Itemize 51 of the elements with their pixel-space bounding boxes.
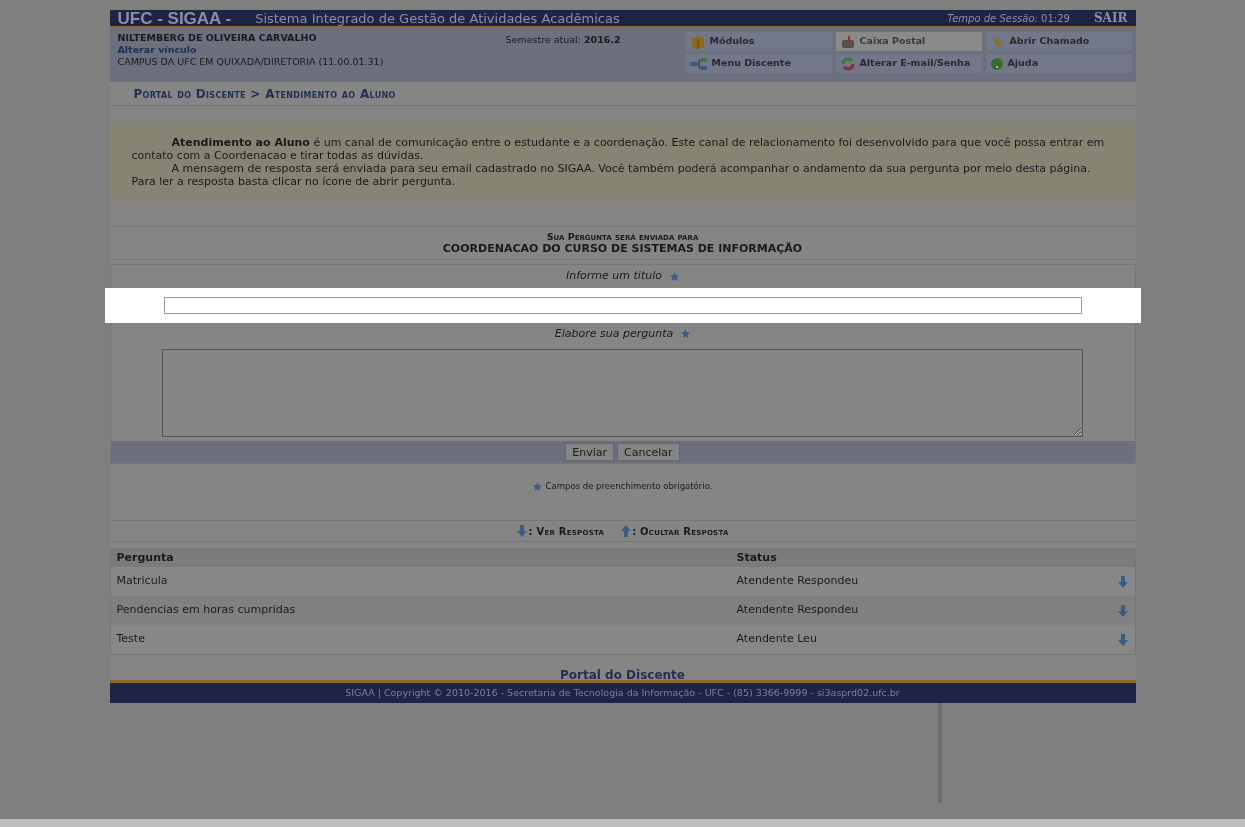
breadcrumb: Portal do Discente > Atendimento ao Aluno (133, 85, 396, 103)
field-label: Informe um titulo (566, 265, 679, 288)
system-title: Sistema Integrado de Gestão de Atividades Acadêmicas (255, 11, 621, 25)
menu-item[interactable]: Ajuda (985, 54, 1132, 73)
menu-item[interactable]: Abrir Chamado (985, 32, 1132, 51)
table-cell-text: Teste (116, 631, 146, 648)
table-cell-text: Pendencias em horas cumpridas (116, 602, 297, 619)
horizontal-scrollbar[interactable] (0, 819, 1245, 827)
column-header: Status (736, 549, 777, 566)
legend-text: : Ver Resposta (528, 524, 605, 539)
required-star-icon (532, 481, 542, 491)
required-note: Campos de preenchimento obrigatório. (545, 479, 713, 493)
info-paragraph: A mensagem de resposta será enviada para seu email cadastrado no SIGAA. Você também poderá acompanhar o andamento da sua pergunta por meio desta página. Para ler a resposta basta clicar no ícone de abrir pergunta. (131, 162, 1092, 188)
menu-item[interactable]: Menu Discente (685, 54, 832, 73)
portal-link[interactable]: Portal do Discente (560, 665, 685, 684)
down-arrow-icon[interactable] (1116, 603, 1129, 618)
down-arrow-icon[interactable] (1116, 574, 1129, 589)
down-arrow-icon[interactable] (516, 524, 529, 538)
session-timer: Tempo de Sessão: 01:29 (947, 11, 1070, 26)
refresh-icon (839, 55, 856, 72)
semester-text: Semestre atual: 2016.2 (505, 33, 622, 47)
required-star-icon (681, 329, 691, 339)
field-label: Elabore sua pergunta (554, 322, 691, 345)
legend-text: : Ocultar Resposta (632, 524, 729, 539)
menu-item[interactable]: Alterar E-mail/Senha (835, 54, 982, 73)
footer-text: SIGAA | Copyright © 2010-2016 - Secretaria de Tecnologia da Informação - UFC - (85) 3366-9999 - si3asprd02.ufc.br (345, 685, 900, 700)
required-star-icon (669, 271, 679, 281)
table-cell-text: Atendente Respondeu (736, 573, 860, 590)
user-name: NILTEMBERG DE OLIVEIRA CARVALHO (117, 32, 318, 44)
system-logo: UFC - SIGAA - (117, 9, 232, 27)
campus-text: CAMPUS DA UFC EM QUIXADA/DIRETORIA (11.00.01.31) (117, 56, 385, 68)
mailbox-icon (839, 33, 856, 50)
section-heading: Sua Pergunta será enviada para (546, 231, 699, 243)
help-icon (989, 56, 1004, 71)
box-icon (689, 33, 706, 50)
recipient-title: COORDENACAO DO CURSO DE SISTEMAS DE INFORMAÇÃO (442, 243, 803, 255)
menu-item[interactable]: Módulos (685, 32, 832, 51)
question-textarea[interactable] (162, 349, 1083, 437)
table-cell-text: Atendente Leu (736, 631, 818, 648)
info-paragraph: Atendimento ao Aluno é um canal de comunicação entre o estudante e a coordenação. Este canal de relacionamento foi desenvolvido para que você possa entrar em contato com a Coordenacao e tirar todas as dúvidas. (131, 136, 1106, 162)
change-link[interactable]: Alterar vínculo (117, 44, 506, 56)
form-button[interactable]: Enviar (565, 443, 615, 461)
up-arrow-icon[interactable] (620, 524, 633, 538)
down-arrow-icon[interactable] (1116, 632, 1129, 647)
table-cell-text: Matricula (116, 573, 169, 590)
table-cell-text: Atendente Respondeu (736, 602, 860, 619)
logout-link[interactable]: SAIR (1093, 9, 1128, 27)
column-header: Pergunta (116, 549, 175, 566)
hierarchy-icon (689, 56, 708, 71)
title-input[interactable] (163, 296, 1082, 314)
form-button[interactable]: Cancelar (617, 443, 680, 461)
